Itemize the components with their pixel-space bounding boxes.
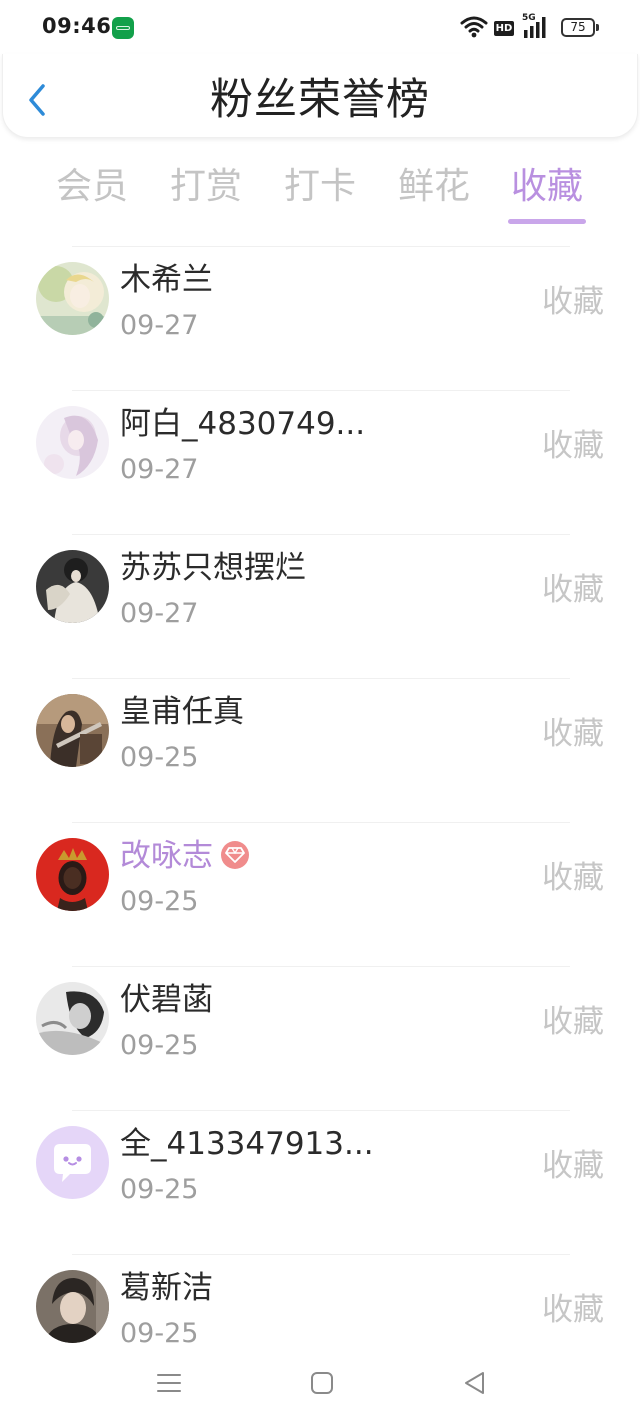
user-name-text: 改咏志 xyxy=(120,838,213,874)
tab-label: 会员 xyxy=(55,166,128,207)
fan-list: 木希兰 09-27 收藏 阿白_4830749... 09-27 收藏 苏苏只想… xyxy=(0,246,640,1398)
cellular-signal-icon xyxy=(524,17,546,38)
avatar[interactable] xyxy=(36,550,109,623)
avatar[interactable] xyxy=(36,262,109,335)
tab-bar: 会员 打赏 打卡 鲜花 收藏 xyxy=(0,160,640,232)
user-name: 木希兰 xyxy=(120,262,213,298)
tab-label: 打赏 xyxy=(169,166,242,207)
action-label: 收藏 xyxy=(542,284,604,320)
user-date: 09-25 xyxy=(120,1318,199,1349)
action-label: 收藏 xyxy=(542,1148,604,1184)
hd-badge: HD xyxy=(494,21,514,36)
back-triangle-icon[interactable] xyxy=(462,1370,488,1396)
avatar[interactable] xyxy=(36,1126,109,1199)
list-item[interactable]: 全_413347913... 09-25 收藏 xyxy=(0,1110,640,1254)
action-label: 收藏 xyxy=(542,1004,604,1040)
user-date: 09-25 xyxy=(120,1174,199,1205)
tab-member[interactable]: 会员 xyxy=(32,160,152,214)
avatar[interactable] xyxy=(36,694,109,767)
status-bar: 09:46 HD 5G 75 xyxy=(0,0,640,56)
user-name: 全_413347913... xyxy=(120,1126,374,1162)
app-notification-icon xyxy=(112,17,134,39)
vip-diamond-icon xyxy=(221,840,249,869)
avatar[interactable] xyxy=(36,406,109,479)
user-date: 09-27 xyxy=(120,454,199,485)
user-name: 皇甫任真 xyxy=(120,694,244,730)
tab-reward[interactable]: 打赏 xyxy=(146,160,266,214)
avatar[interactable] xyxy=(36,1270,109,1343)
tab-favorites[interactable]: 收藏 xyxy=(487,160,607,224)
user-date: 09-25 xyxy=(120,886,199,917)
tab-flowers[interactable]: 鲜花 xyxy=(374,160,494,214)
battery-icon: 75 xyxy=(561,18,599,37)
header-bar: 粉丝荣誉榜 xyxy=(2,54,638,138)
user-name: 伏碧菡 xyxy=(120,982,213,1018)
divider xyxy=(72,966,570,967)
action-label: 收藏 xyxy=(542,1292,604,1328)
tab-label: 打卡 xyxy=(283,166,356,207)
divider xyxy=(72,1254,570,1255)
user-name: 阿白_4830749... xyxy=(120,406,366,442)
user-date: 09-27 xyxy=(120,598,199,629)
user-name: 葛新洁 xyxy=(120,1270,213,1306)
user-date: 09-25 xyxy=(120,1030,199,1061)
home-icon[interactable] xyxy=(310,1371,334,1395)
active-tab-indicator xyxy=(508,219,586,224)
divider xyxy=(72,534,570,535)
divider xyxy=(72,678,570,679)
list-item[interactable]: 改咏志 09-25 收藏 xyxy=(0,822,640,966)
avatar[interactable] xyxy=(36,982,109,1055)
divider xyxy=(72,1110,570,1111)
battery-level: 75 xyxy=(570,20,586,34)
divider xyxy=(72,246,570,247)
wifi-icon xyxy=(460,16,488,38)
action-label: 收藏 xyxy=(542,716,604,752)
list-item[interactable]: 苏苏只想摆烂 09-27 收藏 xyxy=(0,534,640,678)
list-item[interactable]: 伏碧菡 09-25 收藏 xyxy=(0,966,640,1110)
tab-checkin[interactable]: 打卡 xyxy=(260,160,380,214)
user-date: 09-27 xyxy=(120,310,199,341)
system-nav-bar xyxy=(0,1356,640,1422)
page-title: 粉丝荣誉榜 xyxy=(210,75,430,125)
list-item[interactable]: 皇甫任真 09-25 收藏 xyxy=(0,678,640,822)
list-item[interactable]: 木希兰 09-27 收藏 xyxy=(0,246,640,390)
status-time: 09:46 xyxy=(42,14,112,38)
menu-icon[interactable] xyxy=(156,1370,182,1396)
divider xyxy=(72,822,570,823)
user-name: 改咏志 xyxy=(120,834,249,878)
user-name: 苏苏只想摆烂 xyxy=(120,550,306,586)
action-label: 收藏 xyxy=(542,572,604,608)
tab-label: 鲜花 xyxy=(397,166,470,207)
action-label: 收藏 xyxy=(542,860,604,896)
tab-label: 收藏 xyxy=(510,166,583,207)
avatar[interactable] xyxy=(36,838,109,911)
action-label: 收藏 xyxy=(542,428,604,464)
user-date: 09-25 xyxy=(120,742,199,773)
divider xyxy=(72,390,570,391)
default-chat-avatar-icon xyxy=(36,1126,109,1199)
list-item[interactable]: 阿白_4830749... 09-27 收藏 xyxy=(0,390,640,534)
